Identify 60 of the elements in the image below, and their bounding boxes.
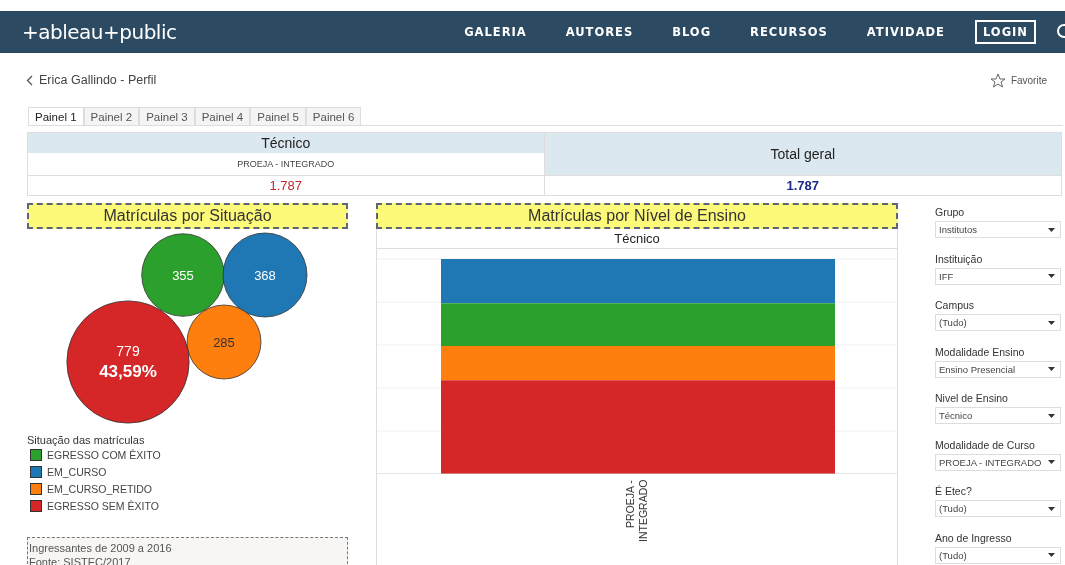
dashboard-tab[interactable]: Painel 2	[83, 107, 140, 125]
filter-dropdown[interactable]: (Tudo)	[935, 500, 1061, 517]
dashboard-tab[interactable]: Painel 1	[28, 107, 84, 125]
nav-link[interactable]: GALERIA	[464, 25, 527, 39]
filter-label: Grupo	[935, 206, 966, 218]
legend-title: Situação das matrículas	[27, 434, 146, 446]
bubble[interactable]: 368	[222, 232, 308, 318]
legend-label: EGRESSO COM ÊXITO	[47, 448, 161, 461]
bubble[interactable]: 779 43,59%	[66, 300, 190, 424]
nav-link[interactable]: RECURSOS	[750, 25, 828, 39]
dropdown-arrow-icon	[1048, 320, 1055, 325]
table-cell: 1.787	[544, 175, 1061, 195]
chart-title: Matrículas por Situação	[27, 203, 348, 229]
dashboard-tab[interactable]: Painel 4	[194, 107, 251, 125]
filter-label: Nivel de Ensino	[935, 392, 1009, 404]
filter-dropdown[interactable]: IFF	[935, 267, 1061, 285]
back-link[interactable]: Erica Gallindo - Perfil	[26, 73, 157, 87]
dropdown-arrow-icon	[1048, 274, 1055, 278]
filter-dropdown[interactable]: (Tudo)	[935, 314, 1061, 331]
dropdown-arrow-icon	[1048, 506, 1055, 511]
dropdown-arrow-icon	[1048, 553, 1055, 557]
legend-label: EGRESSO SEM ÊXITO	[47, 499, 159, 512]
filter-dropdown[interactable]: PROEJA - INTEGRADO	[935, 453, 1061, 471]
filter-label: Ano de Ingresso	[935, 531, 1013, 544]
row-header: PROEJA - INTEGRADO	[28, 153, 544, 176]
filter-label: Modalidade de Curso	[935, 438, 1036, 451]
login-button[interactable]: LOGIN	[974, 20, 1036, 44]
dropdown-arrow-icon	[1048, 227, 1055, 232]
column-header: Técnico	[28, 133, 544, 153]
dropdown-arrow-icon	[1048, 367, 1055, 371]
column-header: Técnico	[377, 229, 897, 249]
dropdown-arrow-icon	[1048, 460, 1055, 464]
star-icon	[989, 72, 1006, 88]
legend-label: EM_CURSO_RETIDO	[47, 482, 152, 495]
nav-link[interactable]: ATIVIDADE	[866, 25, 945, 39]
nav-link[interactable]: BLOG	[672, 25, 712, 39]
chevron-left-icon	[26, 74, 33, 86]
table-cell-text: 1.787	[268, 177, 303, 195]
favorite-button[interactable]: Favorite	[983, 71, 1053, 89]
dropdown-arrow-icon	[1048, 413, 1055, 418]
dashboard-tab[interactable]: Painel 6	[305, 107, 362, 125]
legend-label: EM_CURSO	[47, 465, 107, 478]
filter-label: É Etec?	[935, 485, 973, 497]
filter-label: Instituição	[935, 252, 984, 265]
axis-label: PROEJA - INTEGRADO	[624, 480, 650, 544]
chart-title: Matrículas por Nível de Ensino	[376, 203, 898, 229]
note-text: Ingressantes de 2009 a 2016	[29, 541, 173, 555]
filter-dropdown[interactable]: Institutos	[935, 221, 1061, 238]
search-icon[interactable]	[1055, 23, 1065, 41]
bubble[interactable]: 285	[186, 304, 262, 380]
nav-link[interactable]: AUTORES	[565, 25, 634, 39]
dashboard-tab[interactable]: Painel 3	[139, 107, 195, 125]
filter-label: Campus	[935, 299, 976, 311]
logo[interactable]: +ableau+public	[22, 20, 177, 44]
filter-dropdown[interactable]: (Tudo)	[935, 546, 1061, 564]
dashboard-tab[interactable]: Painel 5	[250, 107, 306, 125]
column-header: Total geral	[544, 133, 1061, 175]
filter-dropdown[interactable]: Ensino Presencial	[935, 360, 1061, 378]
filter-label: Modalidade Ensino	[935, 345, 1026, 358]
filter-dropdown[interactable]: Técnico	[935, 407, 1061, 424]
